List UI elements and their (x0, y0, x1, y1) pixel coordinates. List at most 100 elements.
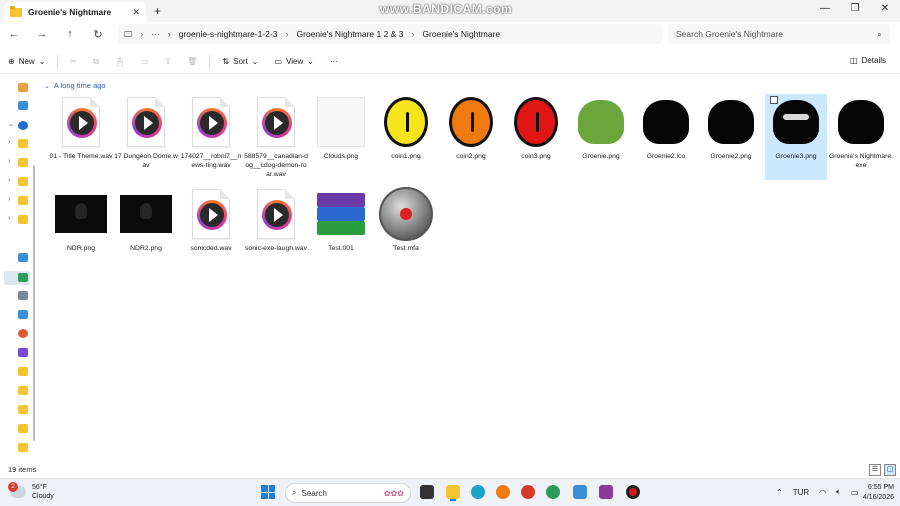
show-hidden-icons[interactable]: ⌃ (776, 488, 783, 497)
folder-icon[interactable] (18, 139, 28, 148)
close-window-button[interactable]: ✕ (870, 0, 900, 22)
music-icon[interactable] (18, 329, 28, 338)
copy-button[interactable]: ⧉ (85, 57, 107, 67)
folder-icon[interactable] (18, 158, 28, 167)
tab-groenies-nightmare[interactable]: Groenie's Nightmare ✕ (4, 2, 146, 22)
file-item[interactable]: sonicded.wav (180, 186, 242, 272)
maximize-button[interactable]: ❐ (840, 0, 870, 22)
desktop-icon[interactable] (18, 253, 28, 262)
new-button[interactable]: ⊕ New ⌄ (0, 57, 53, 66)
file-item[interactable]: Groenie.png (570, 94, 632, 180)
file-item[interactable]: 17 Dungeon Dome.wav (114, 94, 178, 180)
breadcrumb-overflow-button[interactable]: ··· (151, 29, 160, 39)
group-header[interactable]: ⌄ A long time ago (44, 81, 106, 90)
sort-button[interactable]: ⇅ Sort ⌄ (214, 57, 266, 66)
folder-icon[interactable] (18, 443, 28, 452)
file-item[interactable]: Test.001 (310, 186, 372, 272)
clock[interactable]: 6:55 PM 4/16/2026 (858, 483, 894, 503)
file-item[interactable]: coin1.png (375, 94, 437, 180)
chevron-right-icon[interactable]: › (8, 196, 10, 203)
task-view-icon[interactable] (420, 485, 434, 499)
chevron-right-icon[interactable]: › (8, 215, 10, 222)
breadcrumb-item[interactable]: Groenie's Nightmare (422, 29, 500, 39)
clock-date: 4/16/2026 (862, 494, 894, 501)
folder-icon[interactable] (18, 405, 28, 414)
new-tab-button[interactable]: + (154, 4, 161, 18)
file-item[interactable]: 588579__canadian-dog__cdog-demon-roar.wa… (244, 94, 308, 180)
view-button[interactable]: ▭ View ⌄ (267, 57, 322, 66)
photos-icon[interactable] (573, 485, 587, 499)
file-explorer-icon[interactable] (446, 485, 460, 499)
pictures-icon[interactable] (18, 310, 28, 319)
back-button[interactable]: ← (0, 28, 28, 40)
scissors-icon: ✂ (70, 57, 78, 66)
address-bar[interactable]: 🖵 › ··· › groenie-s-nightmare-1-2-3 › Gr… (118, 24, 662, 44)
home-icon[interactable] (18, 83, 28, 92)
file-item[interactable]: 174027__robni7__news-ting.wav (180, 94, 242, 180)
play-icon (132, 108, 162, 138)
details-view-icon[interactable]: ☰ (869, 464, 881, 476)
file-thumbnail (703, 94, 759, 150)
file-item[interactable]: NDR.png (50, 186, 112, 272)
cut-button[interactable]: ✂ (62, 57, 85, 66)
videos-icon[interactable] (18, 348, 28, 357)
file-item[interactable]: Groenie3.png (765, 94, 827, 180)
folder-icon[interactable] (18, 386, 28, 395)
gallery-icon[interactable] (18, 101, 28, 110)
chevron-down-icon[interactable]: ⌄ (8, 120, 14, 128)
forward-button[interactable]: → (28, 28, 56, 40)
paste-button[interactable]: 📋︎ (107, 57, 133, 66)
bandicam-icon[interactable] (626, 485, 640, 499)
refresh-button[interactable]: ↻ (84, 28, 112, 41)
file-item[interactable]: 01 - Title Theme.wav (50, 94, 112, 180)
breadcrumb-item[interactable]: Groenie's Nightmare 1 2 & 3 (296, 29, 403, 39)
file-item[interactable]: Groenie2.png (700, 94, 762, 180)
folder-icon[interactable] (18, 196, 28, 205)
chevron-right-icon[interactable]: › (8, 139, 10, 146)
chevron-right-icon[interactable]: › (8, 158, 10, 165)
close-tab-icon[interactable]: ✕ (132, 7, 140, 18)
wifi-icon[interactable]: ◠ (819, 488, 826, 497)
chrome-profile-icon[interactable] (546, 485, 560, 499)
more-options-button[interactable]: ··· (322, 57, 346, 66)
chevron-right-icon[interactable]: › (8, 177, 10, 184)
start-button[interactable] (261, 485, 275, 499)
command-bar: ⊕ New ⌄ ✂ ⧉ 📋︎ ▭ ⇪ 🗑︎ ⇅ Sort ⌄ ▭ View ⌄ … (0, 50, 900, 74)
file-thumbnail (313, 186, 369, 242)
breadcrumb-item[interactable]: groenie-s-nightmare-1-2-3 (179, 29, 278, 39)
up-button[interactable]: ↑ (56, 28, 84, 40)
folder-icon[interactable] (18, 177, 28, 186)
file-item[interactable]: sonic-exe-laugh.wav (245, 186, 307, 272)
weather-widget[interactable]: 2 56°F Cloudy (8, 482, 54, 501)
volume-icon[interactable]: 🔈︎ (836, 487, 841, 497)
file-item[interactable]: coin3.png (505, 94, 567, 180)
minimize-button[interactable]: — (810, 0, 840, 22)
edge-icon[interactable] (471, 485, 485, 499)
onedrive-icon[interactable] (18, 121, 28, 130)
winrar-icon[interactable] (599, 485, 613, 499)
documents-icon[interactable] (18, 291, 28, 300)
language-indicator[interactable]: TUR (793, 488, 809, 497)
file-item[interactable]: coin2.png (440, 94, 502, 180)
weather-text: 56°F Cloudy (32, 483, 54, 501)
large-icons-view-icon[interactable]: ▢ (884, 464, 896, 476)
sidebar-scrollbar[interactable] (33, 165, 35, 441)
file-thumbnail (248, 94, 304, 150)
chrome-icon[interactable] (521, 485, 535, 499)
folder-icon[interactable] (18, 367, 28, 376)
selection-checkbox[interactable] (770, 96, 778, 104)
taskbar-search[interactable]: ⌕ Search ✿✿✿ (285, 483, 411, 503)
rename-button[interactable]: ▭ (133, 57, 157, 66)
firefox-icon[interactable] (496, 485, 510, 499)
folder-icon[interactable] (18, 215, 28, 224)
details-button[interactable]: ◫ Details (850, 56, 886, 65)
search-input[interactable]: Search Groenie's Nightmare ⌕ (668, 24, 890, 44)
file-item[interactable]: Clouds.png (310, 94, 372, 180)
share-button[interactable]: ⇪ (157, 57, 180, 66)
delete-button[interactable]: 🗑︎ (179, 57, 205, 66)
file-item[interactable]: Groenie2.ico (635, 94, 697, 180)
folder-icon[interactable] (18, 424, 28, 433)
file-item[interactable]: Groenie's Nightmare.exe (829, 94, 893, 180)
file-item[interactable]: Test.mfa (375, 186, 437, 272)
file-item[interactable]: NDR2.png (115, 186, 177, 272)
